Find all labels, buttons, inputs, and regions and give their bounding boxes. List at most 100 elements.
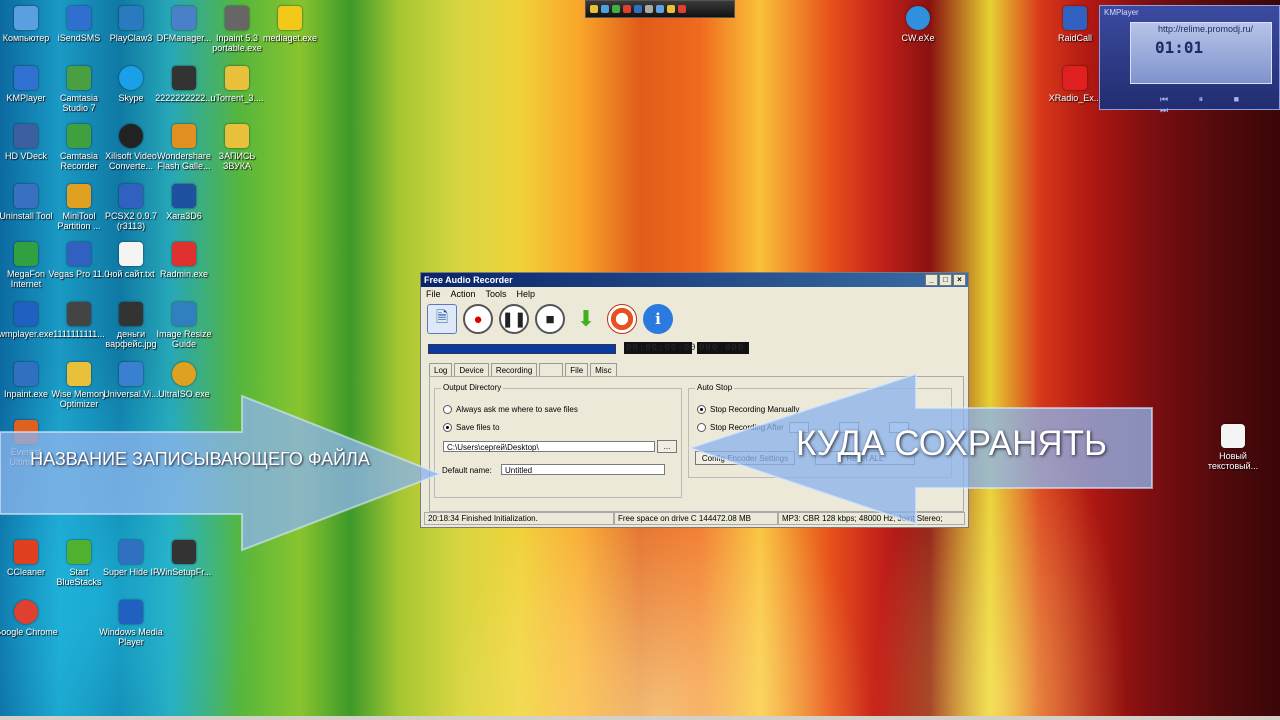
desktop-icon-mediaget[interactable]: mediaget.exe xyxy=(258,6,322,43)
pause-button[interactable]: ❚❚ xyxy=(499,304,529,334)
radio-stop-after[interactable] xyxy=(697,423,706,432)
launch-icon[interactable] xyxy=(612,5,620,13)
stop-after-option[interactable]: Stop Recording After xyxy=(697,423,784,432)
stop-manually-option[interactable]: Stop Recording Manually xyxy=(697,405,799,414)
xradio-icon xyxy=(1063,66,1087,90)
tab-misc[interactable]: Misc xyxy=(590,363,617,377)
output-directory-group: Output Directory Always ask me where to … xyxy=(434,383,682,498)
kmplayer-widget[interactable]: KMPlayer http://relime.promodj.ru/ 01:01… xyxy=(1099,5,1280,115)
tab-hidden[interactable] xyxy=(539,363,564,377)
window-titlebar[interactable]: Free Audio Recorder _ □ × xyxy=(421,273,968,287)
desktop-icon-xara3d[interactable]: Xara3D6 xyxy=(152,184,216,221)
menu-help[interactable]: Help xyxy=(517,289,536,299)
config-encoder-button[interactable]: Config Encoder Settings xyxy=(695,451,795,465)
desktop-icon-ultraiso[interactable]: UltraISO.exe xyxy=(152,362,216,399)
rate-display: 000 xyxy=(723,342,749,354)
icon-label: Wondershare Flash Galle... xyxy=(157,151,211,171)
launch-icon[interactable] xyxy=(590,5,598,13)
save-files-to-option[interactable]: Save files to xyxy=(443,423,500,432)
icon-label: Super Hide IP xyxy=(102,567,160,577)
wmplayer-icon xyxy=(14,302,38,326)
menu-file[interactable]: File xyxy=(426,289,441,299)
save-path-field[interactable]: C:\Users\сергей\Desktop\ xyxy=(443,441,655,452)
minimize-button[interactable]: _ xyxy=(925,274,938,286)
uninstall-tool-icon xyxy=(14,184,38,208)
launch-icon[interactable] xyxy=(678,5,686,13)
isendsms-icon xyxy=(67,6,91,30)
icon-label: wmplayer.exe xyxy=(0,329,54,339)
tab-log[interactable]: Log xyxy=(429,363,453,377)
desktop-icon-cw[interactable]: CW.eXe xyxy=(886,6,950,43)
image-file-icon xyxy=(119,302,143,326)
open-folder-button[interactable]: 🗎 xyxy=(427,304,457,334)
icon-label: Xilisoft Video Converte... xyxy=(105,151,157,171)
save-files-to-label: Save files to xyxy=(456,423,500,432)
launch-icon[interactable] xyxy=(656,5,664,13)
tab-device[interactable]: Device xyxy=(454,363,489,377)
desktop-icon-utorrent[interactable]: uTorrent_3.... xyxy=(205,66,269,103)
everest-icon xyxy=(14,420,38,444)
desktop-icon-xradio[interactable]: XRadio_Ex... xyxy=(1043,66,1107,103)
launch-icon[interactable] xyxy=(634,5,642,13)
download-icon[interactable]: ⬇ xyxy=(571,304,601,334)
kmplayer-controls[interactable]: ⏮ ⏸ ■ ⏭ xyxy=(1160,94,1279,116)
taskbar[interactable] xyxy=(0,716,1280,720)
icon-label: Xara3D6 xyxy=(166,211,202,221)
tab-file[interactable]: File xyxy=(565,363,589,377)
status-bar: 20:18:34 Finished Initialization. Free s… xyxy=(424,512,965,525)
megafon-icon xyxy=(14,242,38,266)
icon-label: mediaget.exe xyxy=(262,33,318,43)
stop-button[interactable]: ■ xyxy=(535,304,565,334)
media-player-icon xyxy=(119,600,143,624)
raidcall-icon xyxy=(1063,6,1087,30)
minitool-icon xyxy=(67,184,91,208)
icon-label: Skype xyxy=(118,93,144,103)
launch-icon[interactable] xyxy=(601,5,609,13)
tab-recording[interactable]: Recording xyxy=(490,363,538,377)
inpaint-portable-icon xyxy=(225,6,249,30)
close-button[interactable]: × xyxy=(953,274,966,286)
desktop-icon-new-text[interactable]: Новый текстовый... xyxy=(1201,424,1265,471)
desktop-icon-image-resize[interactable]: Image Resize Guide xyxy=(152,302,216,349)
status-time: 20:18:34 Finished Initialization. xyxy=(424,512,614,525)
radio-save-files-to[interactable] xyxy=(443,423,452,432)
quick-launch-bar[interactable] xyxy=(585,0,735,18)
launch-icon[interactable] xyxy=(667,5,675,13)
time-display: 00:00:00:00 xyxy=(624,342,697,354)
browse-button[interactable]: ... xyxy=(657,440,677,453)
wise-memory-icon xyxy=(67,362,91,386)
launch-icon[interactable] xyxy=(623,5,631,13)
launch-icon[interactable] xyxy=(645,5,653,13)
info-button[interactable]: i xyxy=(643,304,673,334)
maximize-button[interactable]: □ xyxy=(939,274,952,286)
always-ask-label: Always ask me where to save files xyxy=(456,405,578,414)
camtasia-recorder-icon xyxy=(67,124,91,148)
always-ask-option[interactable]: Always ask me where to save files xyxy=(443,405,578,414)
icon-label: деньги варфейс.jpg xyxy=(105,329,157,349)
desktop-icon-raidcall[interactable]: RaidCall xyxy=(1043,6,1107,43)
kmplayer-url: http://relime.promodj.ru/ xyxy=(1158,24,1254,34)
desktop-icon-wmp[interactable]: Windows Media Player xyxy=(99,600,163,647)
stop-manually-label: Stop Recording Manually xyxy=(710,405,800,414)
free-audio-recorder-window[interactable]: Free Audio Recorder _ □ × File Action To… xyxy=(420,272,969,528)
icon-label: MegaFon Internet xyxy=(6,269,46,289)
desktop-icon-chrome[interactable]: Google Chrome xyxy=(0,600,58,637)
radio-always-ask[interactable] xyxy=(443,405,452,414)
help-lifebuoy-icon[interactable] xyxy=(607,304,637,334)
desktop-icon-radmin[interactable]: Radmin.exe xyxy=(152,242,216,279)
icon-label: UltraISO.exe xyxy=(158,389,210,399)
icon-label: Image Resize Guide xyxy=(156,329,212,349)
desktop-icon-winsetup[interactable]: WinSetupFr... xyxy=(152,540,216,577)
icon-label: Inpaint 5.3 portable.exe xyxy=(212,33,262,53)
desktop-icon-zapis-zvuka[interactable]: ЗАПИСЬ ЗВУКА xyxy=(205,124,269,171)
icon-label: Компьютер xyxy=(2,33,50,43)
kmplayer-time: 01:01 xyxy=(1155,38,1204,57)
folder-icon xyxy=(225,66,249,90)
menu-action[interactable]: Action xyxy=(451,289,476,299)
menu-tools[interactable]: Tools xyxy=(486,289,507,299)
default-name-field[interactable]: Untitled xyxy=(501,464,665,475)
record-button[interactable]: ● xyxy=(463,304,493,334)
icon-label: KMPlayer xyxy=(6,93,46,103)
radio-stop-manually[interactable] xyxy=(697,405,706,414)
icon-label: Google Chrome xyxy=(0,627,58,637)
